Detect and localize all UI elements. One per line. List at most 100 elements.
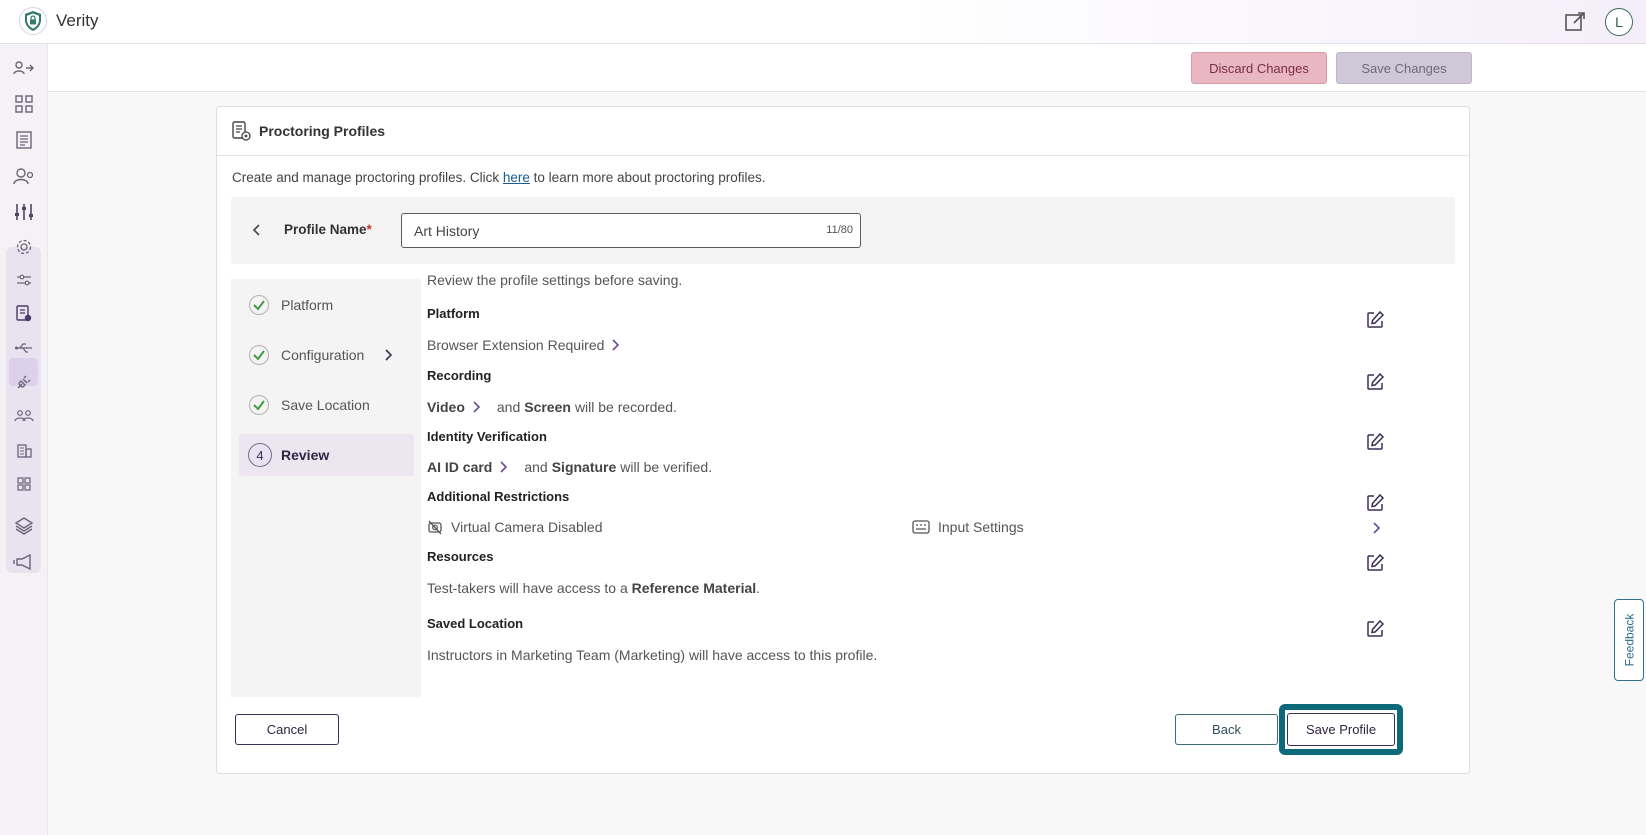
restrictions-heading: Additional Restrictions (427, 489, 570, 504)
profile-name-input[interactable]: Art History 11/80 (401, 213, 861, 248)
step-label: Configuration (281, 347, 365, 363)
platform-heading: Platform (427, 306, 480, 321)
intro-before: Create and manage proctoring profiles. C… (232, 170, 503, 185)
usb-icon[interactable] (12, 336, 36, 360)
save-changes-button[interactable]: Save Changes (1336, 52, 1472, 84)
resources-after: . (756, 580, 761, 596)
review-intro: Review the profile settings before savin… (427, 272, 683, 288)
step-list: Platform Configuration Save Location 4 R… (231, 279, 421, 697)
profile-doc-icon[interactable] (12, 302, 36, 326)
dashboard-icon[interactable] (12, 92, 36, 116)
restriction-input-settings: Input Settings (912, 519, 1024, 535)
restriction-virtual-camera: Virtual Camera Disabled (427, 519, 602, 535)
recording-text: Video and Screen will be recorded. (427, 399, 677, 415)
chevron-right-icon[interactable] (610, 338, 620, 352)
resources-heading: Resources (427, 549, 494, 564)
camera-off-icon (428, 520, 442, 535)
keyboard-icon (912, 520, 930, 534)
identity-heading: Identity Verification (427, 429, 547, 444)
edit-icon[interactable] (1365, 310, 1385, 330)
resources-text: Test-takers will have access to a Refere… (427, 580, 760, 596)
learn-more-link[interactable]: here (503, 170, 530, 185)
identity-text: AI ID card and Signature will be verified. (427, 459, 712, 475)
step-label: Review (281, 447, 330, 463)
save-profile-button[interactable]: Save Profile (1287, 713, 1395, 746)
building-icon[interactable] (12, 438, 36, 462)
app-title: Verity (56, 11, 99, 30)
recording-heading: Recording (427, 368, 492, 383)
edit-icon[interactable] (1365, 493, 1385, 513)
chevron-right-icon[interactable] (381, 347, 395, 363)
gear-icon[interactable] (12, 235, 36, 259)
resources-bold: Reference Material (631, 580, 757, 596)
proctoring-profiles-card: Proctoring Profiles Create and manage pr… (216, 106, 1470, 774)
chevron-right-icon[interactable] (498, 460, 508, 474)
app-logo[interactable] (19, 7, 47, 35)
step-label: Platform (281, 297, 334, 313)
edit-icon[interactable] (1365, 619, 1385, 639)
platform-value: Browser Extension Required (427, 337, 605, 353)
layers-icon[interactable] (12, 514, 36, 538)
recording-mid: and (496, 399, 521, 415)
user-search-icon[interactable] (12, 164, 36, 188)
step-save-location[interactable]: Save Location (239, 384, 414, 426)
reports-icon[interactable] (12, 128, 36, 152)
left-nav-rail (0, 44, 48, 835)
shield-lock-icon (25, 11, 41, 31)
recording-tail: will be recorded. (574, 399, 677, 415)
recording-item-video: Video (427, 399, 465, 415)
cancel-button[interactable]: Cancel (235, 714, 339, 745)
profile-name-label-text: Profile Name (284, 222, 367, 237)
step-platform[interactable]: Platform (239, 284, 414, 326)
announce-icon[interactable] (12, 550, 36, 574)
char-counter: 11/80 (826, 224, 853, 236)
edit-icon[interactable] (1365, 432, 1385, 452)
check-circle-icon (248, 394, 270, 416)
chevron-left-icon[interactable] (249, 221, 265, 239)
apps-icon[interactable] (12, 472, 36, 496)
users-icon[interactable] (12, 404, 36, 428)
external-link-icon[interactable] (1563, 10, 1587, 34)
profile-doc-icon (230, 120, 252, 142)
virtual-camera-label: Virtual Camera Disabled (451, 519, 603, 535)
review-pane: Review the profile settings before savin… (427, 264, 1457, 704)
feedback-label: Feedback (1622, 613, 1637, 667)
back-button[interactable]: Back (1175, 714, 1278, 745)
identity-item-ai-id: AI ID card (427, 459, 493, 475)
plug-icon[interactable] (12, 370, 36, 394)
step-label: Save Location (281, 397, 370, 413)
chevron-right-icon[interactable] (1371, 521, 1381, 535)
feedback-tab[interactable]: Feedback (1614, 599, 1644, 681)
profile-name-value: Art History (414, 223, 480, 239)
card-title: Proctoring Profiles (259, 123, 386, 139)
profile-name-row: Profile Name* Art History 11/80 (231, 197, 1455, 264)
input-settings-label: Input Settings (938, 519, 1024, 535)
check-circle-icon (248, 344, 270, 366)
sliders-icon[interactable] (12, 200, 36, 224)
platform-text: Browser Extension Required (427, 337, 620, 353)
resources-before: Test-takers will have access to a (427, 580, 632, 596)
step-review[interactable]: 4 Review (239, 434, 414, 476)
required-mark: * (366, 222, 372, 237)
edit-icon[interactable] (1365, 372, 1385, 392)
saved-location-text: Instructors in Marketing Team (Marketing… (427, 647, 878, 663)
saved-location-heading: Saved Location (427, 616, 524, 631)
identity-item-signature: Signature (551, 459, 617, 475)
recording-item-screen: Screen (524, 399, 571, 415)
card-header: Proctoring Profiles (217, 107, 1469, 156)
discard-changes-button[interactable]: Discard Changes (1191, 52, 1327, 84)
step-number: 4 (248, 443, 272, 467)
intro-after: to learn more about proctoring profiles. (529, 170, 766, 185)
user-avatar[interactable]: L (1605, 8, 1633, 36)
profile-name-label: Profile Name* (284, 222, 372, 237)
check-circle-icon (248, 294, 270, 316)
tune-icon[interactable] (12, 268, 36, 292)
identity-mid: and (524, 459, 548, 475)
edit-icon[interactable] (1365, 553, 1385, 573)
intro-text: Create and manage proctoring profiles. C… (232, 170, 766, 185)
login-icon[interactable] (12, 56, 36, 80)
chevron-right-icon[interactable] (471, 400, 481, 414)
step-configuration[interactable]: Configuration (239, 334, 414, 376)
top-bar: Verity L (0, 0, 1646, 44)
identity-tail: will be verified. (620, 459, 713, 475)
